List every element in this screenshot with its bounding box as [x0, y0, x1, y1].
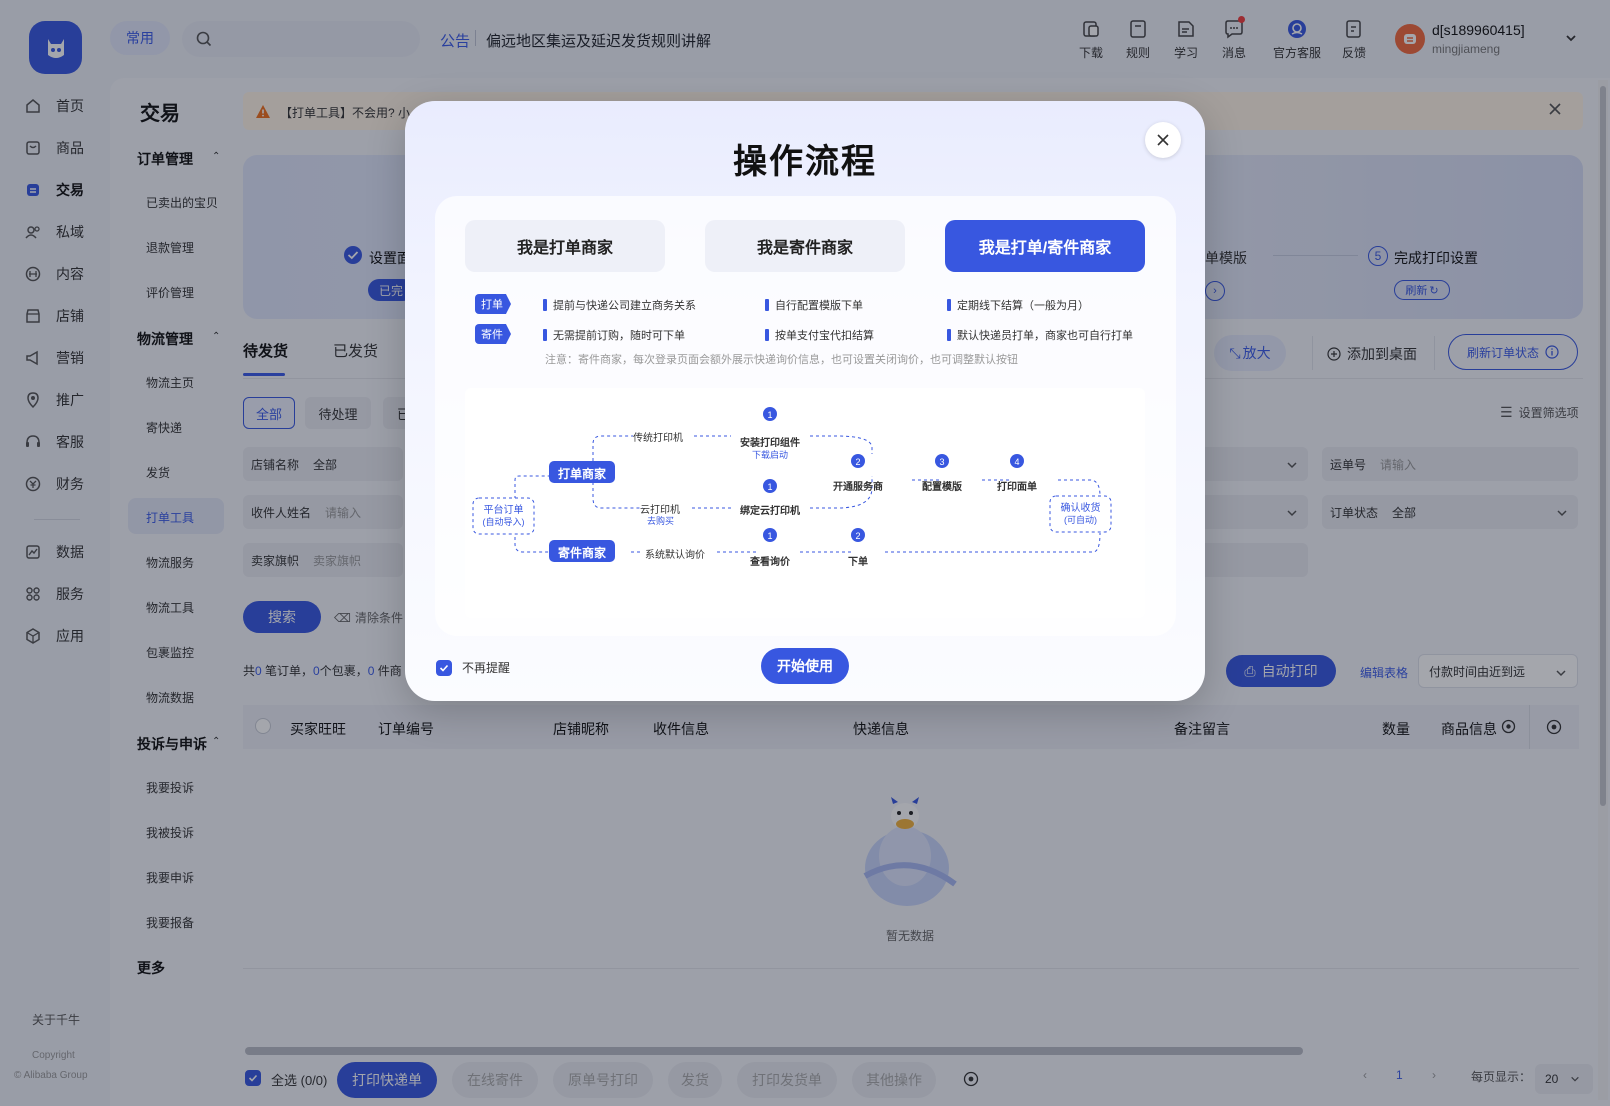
- download-start-link[interactable]: 下载启动: [730, 448, 810, 461]
- modal-close-button[interactable]: [1145, 122, 1181, 158]
- step-number: 3: [939, 457, 945, 467]
- step-number: 2: [855, 457, 861, 467]
- step-number: 1: [767, 482, 773, 492]
- confirm-receipt-sub: (可自动): [1064, 515, 1097, 525]
- tab-both-merchant[interactable]: 我是打单/寄件商家: [945, 220, 1145, 272]
- confirm-receipt-label: 确认收货: [1060, 503, 1101, 514]
- send-merchant-node: 寄件商家: [557, 546, 606, 560]
- step-number: 2: [855, 531, 861, 541]
- step-number: 1: [767, 410, 773, 420]
- default-quote-label: 系统默认询价: [645, 550, 705, 561]
- modal-title: 操作流程: [733, 143, 877, 181]
- check-icon: [439, 664, 449, 672]
- place-order-label: 下单: [848, 557, 868, 568]
- dont-remind-checkbox[interactable]: 不再提醒: [436, 659, 510, 676]
- close-icon: [1157, 134, 1169, 146]
- feature-item: 定期线下结算（一般为月）: [947, 297, 1089, 313]
- view-quote-label: 查看询价: [750, 557, 790, 568]
- feature-item: 提前与快递公司建立商务关系: [543, 297, 696, 313]
- traditional-printer-label: 传统打印机: [633, 433, 683, 444]
- config-template-label: 配置模版: [922, 482, 962, 493]
- print-waybill-label: 打印面单: [997, 482, 1037, 493]
- feature-item: 自行配置模版下单: [765, 297, 863, 313]
- print-merchant-node: 打单商家: [557, 467, 606, 481]
- start-using-button[interactable]: 开始使用: [761, 648, 849, 684]
- install-component-label: 安装打印组件: [740, 438, 800, 449]
- checkbox[interactable]: [436, 659, 452, 676]
- step-number: 1: [767, 531, 773, 541]
- buy-link[interactable]: 去购买: [647, 514, 674, 527]
- bind-cloud-printer-label: 绑定云打印机: [740, 506, 800, 517]
- open-provider-label: 开通服务商: [833, 482, 883, 493]
- tab-send-merchant[interactable]: 我是寄件商家: [705, 220, 905, 272]
- platform-order-sub: (自动导入): [482, 517, 525, 527]
- tag-send: 寄件: [475, 324, 511, 344]
- platform-order-label: 平台订单: [483, 505, 524, 516]
- process-diagram: 平台订单 (自动导入) 确认收货 (可自动) 打单商家 寄件商家 传统打印机 云…: [465, 388, 1145, 618]
- dont-remind-label: 不再提醒: [462, 661, 511, 675]
- modal-note: 注意：寄件商家，每次登录页面会额外展示快递询价信息，也可设置关闭询价，也可调整默…: [545, 354, 1018, 366]
- tag-print: 打单: [475, 294, 511, 314]
- step-number: 4: [1014, 457, 1020, 467]
- feature-item: 无需提前订购，随时可下单: [543, 327, 685, 343]
- tab-print-merchant[interactable]: 我是打单商家: [465, 220, 665, 272]
- feature-item: 默认快递员打单，商家也可自行打单: [947, 327, 1133, 343]
- feature-item: 按单支付宝代扣结算: [765, 327, 874, 343]
